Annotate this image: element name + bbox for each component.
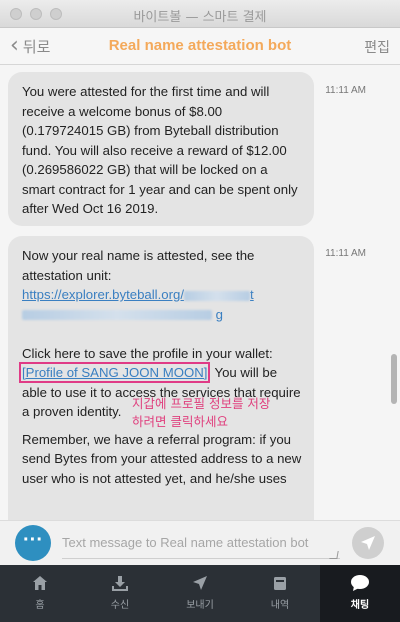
chat-icon [351,575,369,591]
more-options-button[interactable]: ··· [15,525,51,561]
tab-receive[interactable]: 수신 [80,565,160,622]
window-title: 바이트볼 — 스마트 결제 [133,10,267,25]
attestation-link-line2[interactable]: g [22,305,302,325]
profile-link[interactable]: [Profile of SANG JOON MOON] [18,362,211,383]
resize-handle-icon[interactable] [329,551,339,559]
attestation-link-text[interactable]: https://explorer.byteball.org/ [22,287,184,302]
annotation-line: 지갑에 프로필 정보를 저장 [132,396,271,411]
attestation-link[interactable]: https://explorer.byteball.org/t [22,285,302,305]
scrollbar-thumb[interactable] [391,354,397,404]
paper-plane-icon [361,536,375,550]
redacted-blur [22,310,212,321]
save-prompt: Click here to save the profile in your w… [22,345,273,361]
tab-home[interactable]: 홈 [0,565,80,622]
message-input[interactable] [62,527,340,559]
tab-label: 수신 [110,600,130,611]
page-title: Real name attestation bot [108,37,292,54]
composer-bar: ··· [0,520,400,565]
chat-header: ‹ 뒤로 Real name attestation bot 편집 [0,28,400,65]
history-icon [274,577,286,590]
redacted-blur [184,290,251,301]
ellipsis-icon: ··· [23,529,43,551]
tab-label: 채팅 [350,600,370,611]
attestation-link-tail[interactable]: t [250,287,254,302]
message-list[interactable]: You were attested for the first time and… [0,65,400,520]
send-message-button[interactable] [352,527,384,559]
message-timestamp: 11:11 AM [325,85,366,96]
tab-label: 내역 [270,600,290,611]
tab-send[interactable]: 보내기 [160,565,240,622]
message-intro: Now your real name is attested, see the … [22,248,255,283]
message-timestamp: 11:11 AM [325,248,366,259]
send-icon [193,576,207,590]
message-text: You were attested for the first time and… [22,84,298,216]
receive-icon [112,576,128,591]
annotation-line: 하려면 클릭하세요 [132,414,228,429]
referral-text: Remember, we have a referral program: if… [22,431,302,486]
tab-label: 홈 [35,600,45,611]
home-icon [33,576,47,590]
tab-label: 보내기 [186,600,214,611]
edit-button[interactable]: 편집 [364,37,390,57]
bottom-tab-bar: 홈 수신 보내기 내역 채팅 [0,565,400,622]
annotation-note: 지갑에 프로필 정보를 저장 하려면 클릭하세요 [132,395,270,431]
message-bubble: Now your real name is attested, see the … [8,236,314,520]
tab-chat[interactable]: 채팅 [320,565,400,622]
tab-history[interactable]: 내역 [240,565,320,622]
message-bubble: You were attested for the first time and… [8,72,314,226]
window-titlebar: 바이트볼 — 스마트 결제 [0,0,400,28]
